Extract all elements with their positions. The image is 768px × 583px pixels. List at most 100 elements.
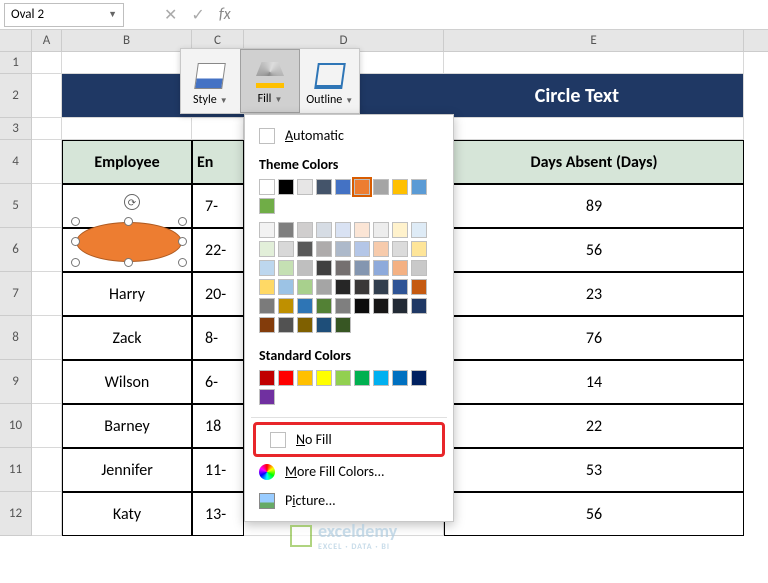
color-swatch[interactable] bbox=[297, 179, 313, 195]
row-header[interactable]: 10 bbox=[0, 404, 32, 448]
color-swatch[interactable] bbox=[354, 179, 370, 195]
cancel-icon[interactable]: ✕ bbox=[164, 5, 177, 25]
cell-days[interactable]: 23 bbox=[444, 272, 744, 316]
color-swatch[interactable] bbox=[278, 179, 294, 195]
color-swatch[interactable] bbox=[354, 298, 370, 314]
cell-days[interactable]: 22 bbox=[444, 404, 744, 448]
color-swatch[interactable] bbox=[278, 298, 294, 314]
color-swatch[interactable] bbox=[411, 370, 427, 386]
color-swatch[interactable] bbox=[373, 179, 389, 195]
color-swatch[interactable] bbox=[392, 298, 408, 314]
cell-employee[interactable]: Jennifer bbox=[62, 448, 192, 492]
cell-employee[interactable]: Wilson bbox=[62, 360, 192, 404]
color-swatch[interactable] bbox=[297, 241, 313, 257]
color-swatch[interactable] bbox=[259, 370, 275, 386]
color-swatch[interactable] bbox=[354, 370, 370, 386]
cell-employee[interactable]: Barney bbox=[62, 404, 192, 448]
automatic-item[interactable]: Automatic bbox=[245, 121, 453, 150]
color-swatch[interactable] bbox=[354, 260, 370, 276]
table-header-entry[interactable]: En bbox=[192, 140, 244, 184]
color-swatch[interactable] bbox=[335, 179, 351, 195]
cell-employee[interactable]: Katy bbox=[62, 492, 192, 536]
color-swatch[interactable] bbox=[316, 260, 332, 276]
cell[interactable] bbox=[62, 118, 192, 140]
resize-handle[interactable] bbox=[178, 258, 187, 267]
color-swatch[interactable] bbox=[411, 279, 427, 295]
color-swatch[interactable] bbox=[392, 179, 408, 195]
picture-item[interactable]: Picture... bbox=[245, 486, 453, 515]
cell[interactable] bbox=[32, 52, 62, 74]
color-swatch[interactable] bbox=[278, 317, 294, 333]
resize-handle[interactable] bbox=[124, 217, 133, 226]
cell[interactable] bbox=[444, 52, 744, 74]
cell-date[interactable]: 22- bbox=[192, 228, 244, 272]
color-swatch[interactable] bbox=[373, 298, 389, 314]
color-swatch[interactable] bbox=[335, 298, 351, 314]
color-swatch[interactable] bbox=[259, 317, 275, 333]
name-box[interactable]: Oval 2 ▼ bbox=[4, 3, 124, 27]
color-swatch[interactable] bbox=[335, 222, 351, 238]
cell-date[interactable]: 11- bbox=[192, 448, 244, 492]
row-header[interactable]: 2 bbox=[0, 74, 32, 118]
color-swatch[interactable] bbox=[278, 260, 294, 276]
color-swatch[interactable] bbox=[373, 222, 389, 238]
fill-button[interactable]: Fill▼ bbox=[240, 49, 301, 113]
color-swatch[interactable] bbox=[392, 241, 408, 257]
color-swatch[interactable] bbox=[297, 260, 313, 276]
color-swatch[interactable] bbox=[278, 241, 294, 257]
title-banner[interactable]: Use Circle Text bbox=[62, 74, 744, 118]
color-swatch[interactable] bbox=[316, 279, 332, 295]
cell[interactable] bbox=[32, 228, 62, 272]
cell[interactable] bbox=[192, 118, 244, 140]
color-swatch[interactable] bbox=[297, 222, 313, 238]
color-swatch[interactable] bbox=[335, 279, 351, 295]
cell[interactable] bbox=[32, 118, 62, 140]
color-swatch[interactable] bbox=[259, 179, 275, 195]
color-swatch[interactable] bbox=[278, 279, 294, 295]
cell[interactable] bbox=[32, 316, 62, 360]
color-swatch[interactable] bbox=[411, 179, 427, 195]
color-swatch[interactable] bbox=[411, 260, 427, 276]
color-swatch[interactable] bbox=[316, 222, 332, 238]
oval-shape-selected[interactable]: ⟳ bbox=[76, 222, 182, 262]
resize-handle[interactable] bbox=[124, 258, 133, 267]
color-swatch[interactable] bbox=[392, 279, 408, 295]
row-header[interactable]: 4 bbox=[0, 140, 32, 184]
color-swatch[interactable] bbox=[373, 370, 389, 386]
row-header[interactable]: 9 bbox=[0, 360, 32, 404]
resize-handle[interactable] bbox=[71, 258, 80, 267]
color-swatch[interactable] bbox=[392, 222, 408, 238]
color-swatch[interactable] bbox=[259, 260, 275, 276]
color-swatch[interactable] bbox=[316, 298, 332, 314]
color-swatch[interactable] bbox=[354, 241, 370, 257]
cell[interactable] bbox=[32, 404, 62, 448]
cell[interactable] bbox=[32, 360, 62, 404]
color-swatch[interactable] bbox=[411, 222, 427, 238]
row-header[interactable]: 8 bbox=[0, 316, 32, 360]
cell-date[interactable]: 7- bbox=[192, 184, 244, 228]
col-header-a[interactable]: A bbox=[32, 30, 62, 51]
cell-date[interactable]: 6- bbox=[192, 360, 244, 404]
color-swatch[interactable] bbox=[297, 279, 313, 295]
resize-handle[interactable] bbox=[71, 217, 80, 226]
color-swatch[interactable] bbox=[335, 260, 351, 276]
row-header[interactable]: 12 bbox=[0, 492, 32, 536]
color-swatch[interactable] bbox=[373, 260, 389, 276]
color-swatch[interactable] bbox=[335, 317, 351, 333]
cell-days[interactable]: 53 bbox=[444, 448, 744, 492]
row-header[interactable]: 3 bbox=[0, 118, 32, 140]
row-header[interactable]: 7 bbox=[0, 272, 32, 316]
resize-handle[interactable] bbox=[178, 237, 187, 246]
cell-date[interactable]: 18 bbox=[192, 404, 244, 448]
row-header[interactable]: 6 bbox=[0, 228, 32, 272]
resize-handle[interactable] bbox=[178, 217, 187, 226]
color-swatch[interactable] bbox=[373, 241, 389, 257]
color-swatch[interactable] bbox=[259, 389, 275, 405]
color-swatch[interactable] bbox=[297, 298, 313, 314]
cell-date[interactable]: 13- bbox=[192, 492, 244, 536]
cell-days[interactable]: 56 bbox=[444, 228, 744, 272]
color-swatch[interactable] bbox=[259, 279, 275, 295]
color-swatch[interactable] bbox=[373, 279, 389, 295]
cell[interactable] bbox=[32, 140, 62, 184]
color-swatch[interactable] bbox=[392, 370, 408, 386]
